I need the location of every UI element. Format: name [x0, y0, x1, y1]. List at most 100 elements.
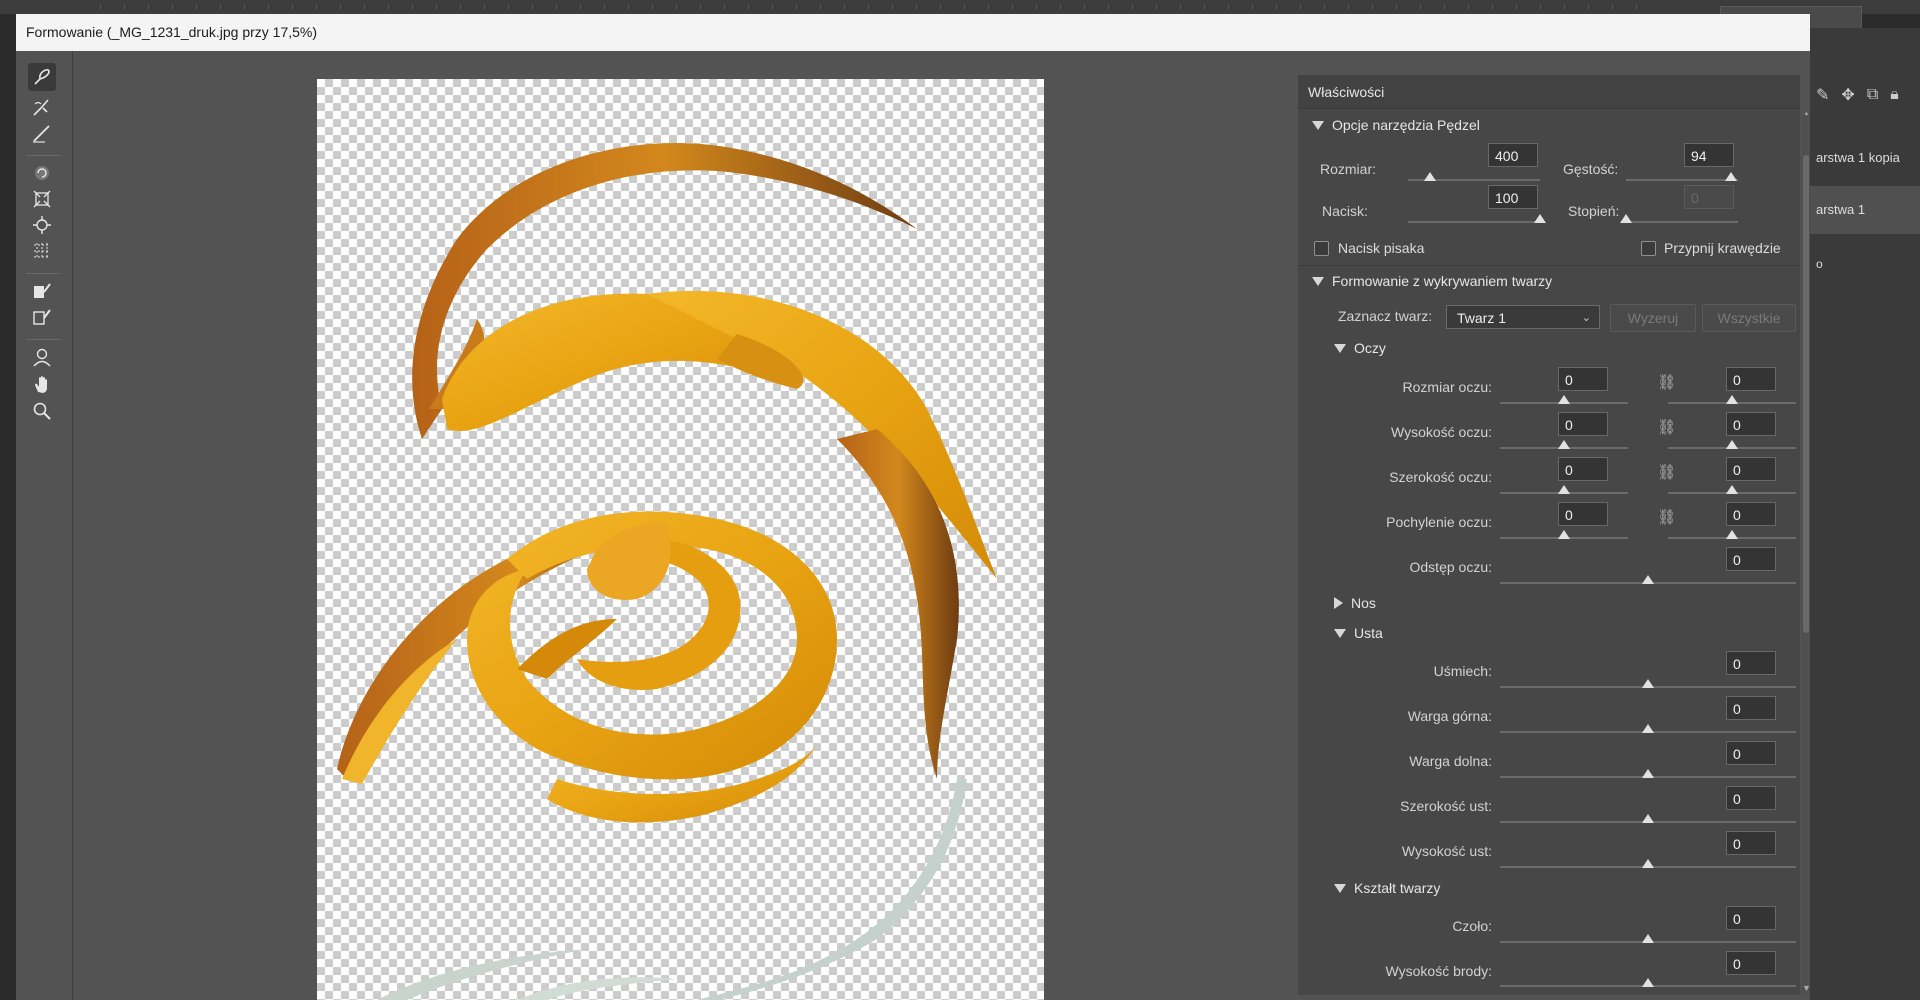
eye-width-left-field[interactable]: 0: [1558, 457, 1608, 481]
face-shape-section[interactable]: Kształt twarzy: [1334, 880, 1440, 896]
brush-options-section[interactable]: Opcje narzędzia Pędzel: [1312, 117, 1480, 133]
link-chain-icon[interactable]: ⛓: [1657, 418, 1676, 440]
push-left-tool-icon[interactable]: [28, 237, 56, 265]
select-face-dropdown[interactable]: Twarz 1 ⌄: [1446, 305, 1600, 329]
lock-icon[interactable]: 🔒︎: [1890, 86, 1899, 104]
upper-lip-field[interactable]: 0: [1726, 696, 1776, 720]
stylus-pressure-label: Nacisk pisaka: [1338, 240, 1425, 256]
face-tool-icon[interactable]: [28, 343, 56, 371]
size-slider-thumb[interactable]: [1424, 172, 1437, 181]
properties-panel: Właściwości Opcje narzędzia Pędzel Rozmi…: [1298, 75, 1811, 1000]
size-field[interactable]: 400: [1488, 143, 1538, 167]
properties-scrollbar[interactable]: [1802, 115, 1810, 995]
density-field[interactable]: 94: [1684, 143, 1734, 167]
freeze-mask-tool-icon[interactable]: [28, 277, 56, 305]
eye-width-right-thumb[interactable]: [1726, 485, 1738, 494]
mouth-height-field[interactable]: 0: [1726, 831, 1776, 855]
smooth-tool-icon[interactable]: [28, 119, 56, 147]
nose-section[interactable]: Nos: [1334, 595, 1376, 611]
upper-lip-thumb[interactable]: [1642, 724, 1654, 733]
stylus-pressure-checkbox[interactable]: [1314, 241, 1329, 256]
lower-lip-field[interactable]: 0: [1726, 741, 1776, 765]
all-button[interactable]: Wszystkie: [1702, 304, 1796, 332]
pin-edges-checkbox[interactable]: [1641, 241, 1656, 256]
eye-distance-thumb[interactable]: [1642, 575, 1654, 584]
density-slider[interactable]: [1626, 179, 1738, 181]
eye-distance-field[interactable]: 0: [1726, 547, 1776, 571]
eye-width-right-field[interactable]: 0: [1726, 457, 1776, 481]
smile-thumb[interactable]: [1642, 679, 1654, 688]
expand-triangle-icon[interactable]: [1334, 597, 1343, 609]
eye-tilt-left-field[interactable]: 0: [1558, 502, 1608, 526]
link-chain-icon[interactable]: ⛓: [1657, 373, 1676, 395]
layer-item[interactable]: arstwa 1 kopia: [1810, 134, 1920, 182]
link-chain-icon[interactable]: ⛓: [1657, 463, 1676, 485]
eye-height-left-field[interactable]: 0: [1558, 412, 1608, 436]
density-slider-thumb[interactable]: [1725, 172, 1738, 181]
layer-item[interactable]: o: [1810, 240, 1920, 288]
forehead-field[interactable]: 0: [1726, 906, 1776, 930]
brush-lock-icon[interactable]: ✎: [1816, 85, 1829, 105]
eyes-section[interactable]: Oczy: [1334, 340, 1386, 356]
eye-tilt-left-thumb[interactable]: [1558, 530, 1570, 539]
chevron-down-icon: ⌄: [1581, 312, 1591, 324]
collapse-triangle-icon[interactable]: [1334, 343, 1346, 353]
mouth-width-field[interactable]: 0: [1726, 786, 1776, 810]
eye-size-right-field[interactable]: 0: [1726, 367, 1776, 391]
pin-edges-label: Przypnij krawędzie: [1664, 240, 1781, 256]
section-label: Kształt twarzy: [1354, 880, 1441, 896]
rate-slider: [1626, 221, 1738, 223]
pressure-field[interactable]: 100: [1488, 185, 1538, 209]
twirl-tool-icon[interactable]: [28, 159, 56, 187]
chin-height-thumb[interactable]: [1642, 978, 1654, 987]
smile-field[interactable]: 0: [1726, 651, 1776, 675]
zoom-tool-icon[interactable]: [28, 397, 56, 425]
scroll-down-icon[interactable]: ▼: [1802, 983, 1811, 993]
lower-lip-thumb[interactable]: [1642, 769, 1654, 778]
face-aware-section[interactable]: Formowanie z wykrywaniem twarzy: [1312, 273, 1552, 289]
eye-size-right-thumb[interactable]: [1726, 395, 1738, 404]
pressure-slider-thumb[interactable]: [1534, 214, 1546, 223]
mouth-width-thumb[interactable]: [1642, 814, 1654, 823]
size-label: Rozmiar:: [1320, 161, 1377, 177]
eye-height-right-thumb[interactable]: [1726, 440, 1738, 449]
eye-size-left-thumb[interactable]: [1558, 395, 1570, 404]
document-canvas[interactable]: [317, 79, 1044, 1000]
layer-item[interactable]: arstwa 1: [1810, 186, 1920, 234]
collapse-triangle-icon[interactable]: [1334, 883, 1346, 893]
ruler: [100, 4, 1640, 10]
collapse-triangle-icon[interactable]: [1312, 120, 1324, 130]
crop-lock-icon[interactable]: ⧉: [1867, 86, 1878, 104]
smile-label: Uśmiech:: [1433, 663, 1492, 679]
eye-height-left-thumb[interactable]: [1558, 440, 1570, 449]
eye-tilt-right-thumb[interactable]: [1726, 530, 1738, 539]
thaw-mask-tool-icon[interactable]: [28, 303, 56, 331]
reconstruct-tool-icon[interactable]: [28, 93, 56, 121]
bloat-tool-icon[interactable]: [28, 211, 56, 239]
eye-height-right-field[interactable]: 0: [1726, 412, 1776, 436]
section-label: Oczy: [1354, 340, 1386, 356]
reset-button[interactable]: Wyzeruj: [1610, 304, 1696, 332]
eye-tilt-right-field[interactable]: 0: [1726, 502, 1776, 526]
hand-tool-icon[interactable]: [28, 371, 56, 399]
eye-width-left-thumb[interactable]: [1558, 485, 1570, 494]
chin-height-field[interactable]: 0: [1726, 951, 1776, 975]
pucker-tool-icon[interactable]: [28, 185, 56, 213]
forward-warp-tool-icon[interactable]: [28, 63, 56, 91]
eye-width-label: Szerokość oczu:: [1389, 469, 1492, 485]
mouth-height-thumb[interactable]: [1642, 859, 1654, 868]
forehead-thumb[interactable]: [1642, 934, 1654, 943]
collapse-triangle-icon[interactable]: [1312, 276, 1324, 286]
eye-size-left-field[interactable]: 0: [1558, 367, 1608, 391]
section-label: Usta: [1354, 625, 1383, 641]
canvas-area[interactable]: [73, 51, 1293, 1000]
collapse-triangle-icon[interactable]: [1334, 628, 1346, 638]
mouth-section[interactable]: Usta: [1334, 625, 1383, 641]
move-lock-icon[interactable]: ✥: [1841, 85, 1854, 105]
pressure-slider[interactable]: [1408, 221, 1540, 223]
upper-lip-label: Warga górna:: [1407, 708, 1492, 724]
scrollbar-thumb[interactable]: [1803, 155, 1809, 633]
mouth-height-label: Wysokość ust:: [1401, 843, 1492, 859]
link-chain-icon[interactable]: ⛓: [1657, 508, 1676, 530]
forehead-label: Czoło:: [1452, 918, 1492, 934]
